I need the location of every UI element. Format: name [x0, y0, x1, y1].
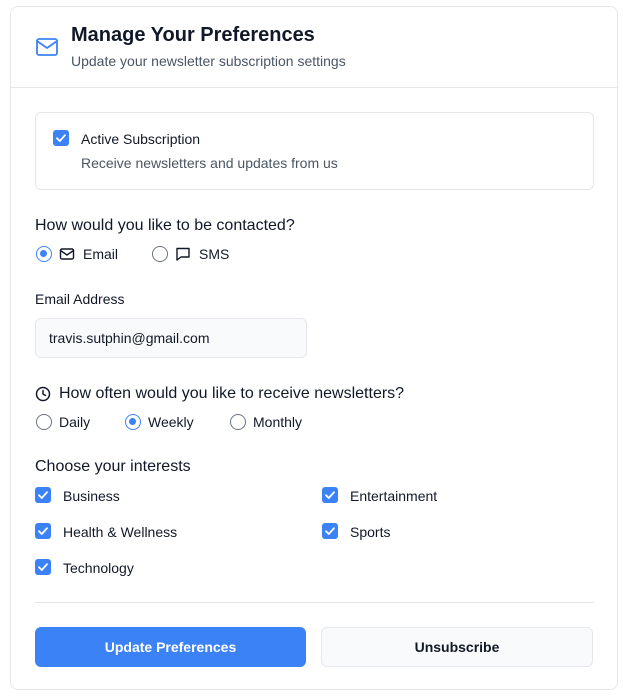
interest-entertainment-checkbox[interactable] [322, 487, 338, 503]
active-subscription-description: Receive newsletters and updates from us [81, 155, 338, 171]
email-address-label: Email Address [35, 291, 125, 307]
divider [35, 602, 594, 603]
frequency-monthly-radio[interactable] [230, 414, 246, 430]
page-title: Manage Your Preferences [71, 24, 315, 46]
unsubscribe-button[interactable]: Unsubscribe [321, 627, 593, 667]
contact-email-radio[interactable] [36, 246, 52, 262]
interest-technology-label[interactable]: Technology [63, 560, 134, 576]
page-subtitle: Update your newsletter subscription sett… [71, 53, 346, 69]
update-preferences-button[interactable]: Update Preferences [35, 627, 306, 667]
mail-icon [59, 248, 75, 260]
interest-entertainment-label[interactable]: Entertainment [350, 488, 437, 504]
mail-icon [36, 38, 58, 56]
check-icon [38, 563, 48, 571]
frequency-daily-label[interactable]: Daily [59, 414, 90, 430]
message-icon [176, 247, 190, 261]
interest-sports-checkbox[interactable] [322, 523, 338, 539]
interest-health-wellness-checkbox[interactable] [35, 523, 51, 539]
interest-sports-label[interactable]: Sports [350, 524, 390, 540]
interest-health-wellness-label[interactable]: Health & Wellness [63, 524, 177, 540]
interests-title: Choose your interests [35, 458, 191, 475]
interest-business-label[interactable]: Business [63, 488, 120, 504]
contact-sms-radio[interactable] [152, 246, 168, 262]
card-header: Manage Your Preferences Update your news… [11, 7, 617, 88]
clock-icon [35, 386, 51, 402]
check-icon [38, 491, 48, 499]
frequency-weekly-radio[interactable] [125, 414, 141, 430]
contact-method-question: How would you like to be contacted? [35, 217, 295, 234]
contact-email-label[interactable]: Email [83, 246, 118, 262]
email-field[interactable] [35, 318, 307, 358]
check-icon [38, 527, 48, 535]
active-subscription-label[interactable]: Active Subscription [81, 131, 200, 147]
check-icon [56, 134, 66, 142]
frequency-weekly-label[interactable]: Weekly [148, 414, 194, 430]
contact-sms-label[interactable]: SMS [199, 246, 229, 262]
frequency-monthly-label[interactable]: Monthly [253, 414, 302, 430]
check-icon [325, 527, 335, 535]
active-subscription-box: Active Subscription Receive newsletters … [35, 112, 594, 190]
frequency-daily-radio[interactable] [36, 414, 52, 430]
preferences-card: Manage Your Preferences Update your news… [10, 6, 618, 690]
interest-business-checkbox[interactable] [35, 487, 51, 503]
interest-technology-checkbox[interactable] [35, 559, 51, 575]
active-subscription-checkbox[interactable] [53, 130, 69, 146]
check-icon [325, 491, 335, 499]
frequency-question: How often would you like to receive news… [59, 385, 405, 402]
